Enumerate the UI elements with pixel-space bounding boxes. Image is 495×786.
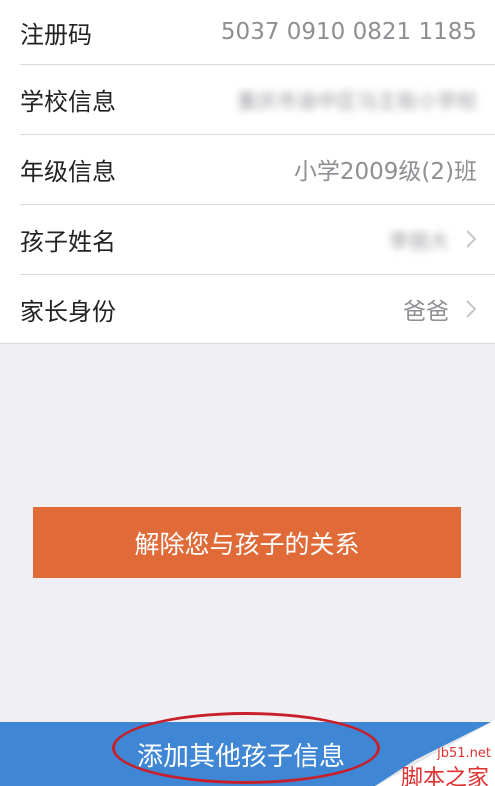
- chevron-right-icon: [465, 229, 477, 249]
- row-school-info: 学校信息 重庆市渝中区马王街小学校: [0, 64, 495, 134]
- child-name-value: 李丽大: [389, 225, 477, 254]
- registration-code-value: 5037 0910 0821 1185: [220, 19, 477, 45]
- parent-identity-value: 爸爸: [403, 292, 477, 326]
- child-info-list: 注册码 5037 0910 0821 1185 学校信息 重庆市渝中区马王街小学…: [0, 0, 495, 344]
- row-label: 孩子姓名: [20, 227, 116, 256]
- row-label: 家长身份: [20, 297, 116, 326]
- list-bottom-divider: [0, 343, 495, 344]
- row-parent-identity[interactable]: 家长身份 爸爸: [0, 274, 495, 344]
- row-label: 年级信息: [20, 157, 116, 186]
- watermark-name: 脚本之家: [400, 766, 489, 786]
- unbind-child-button[interactable]: 解除您与孩子的关系: [33, 507, 461, 578]
- row-label: 注册码: [20, 20, 92, 49]
- row-registration-code: 注册码 5037 0910 0821 1185: [0, 0, 495, 64]
- add-child-label: 添加其他孩子信息: [137, 741, 346, 772]
- grade-info-value: 小学2009级(2)班: [293, 159, 477, 185]
- school-info-value: 重庆市渝中区马王街小学校: [237, 88, 477, 113]
- chevron-right-icon: [465, 299, 477, 319]
- child-info-screen: 注册码 5037 0910 0821 1185 学校信息 重庆市渝中区马王街小学…: [0, 0, 495, 786]
- row-child-name[interactable]: 孩子姓名 李丽大: [0, 204, 495, 274]
- row-label: 学校信息: [20, 87, 116, 116]
- watermark-site: jb51.net: [437, 746, 491, 761]
- row-grade-info: 年级信息 小学2009级(2)班: [0, 134, 495, 204]
